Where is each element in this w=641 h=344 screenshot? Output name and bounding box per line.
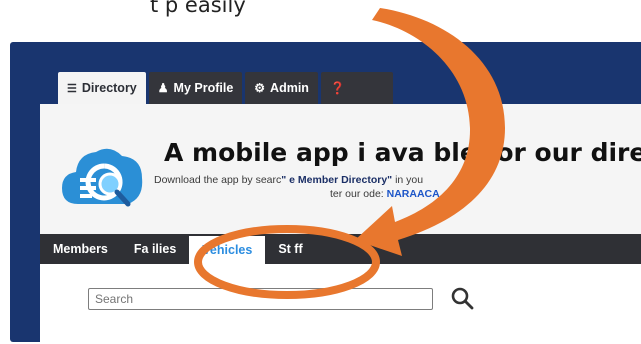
banner-instructions: Download the app by searc" e Member Dire… (154, 174, 423, 186)
search-input[interactable] (88, 288, 433, 310)
tab-directory-label: Directory (81, 81, 137, 95)
tab-members[interactable]: Members (40, 234, 121, 264)
help-icon: ❓ (329, 81, 345, 95)
tab-vehicles[interactable]: Vehicles (189, 236, 266, 264)
banner-line1-start: Download the app by searc (154, 174, 282, 186)
banner-app-name: " e Member Directory" (281, 174, 393, 186)
banner-title: A mobile app i ava ble for our dire (164, 138, 641, 167)
banner-line2-start: ter our (330, 188, 361, 200)
tab-staff[interactable]: St ff (265, 234, 315, 264)
banner-line2-mid: ode: (360, 188, 387, 200)
access-code: NARAACA (386, 188, 440, 200)
tab-my-profile[interactable]: ♟ My Profile (148, 72, 243, 104)
caption-text: t p easily (150, 0, 246, 17)
user-icon: ♟ (157, 81, 169, 95)
list-icon: ☰ (67, 82, 77, 95)
gear-icon: ⚙ (254, 81, 266, 95)
top-nav: ☰ Directory ♟ My Profile ⚙ Admin ❓ (58, 72, 393, 106)
tab-admin[interactable]: ⚙ Admin (245, 72, 318, 104)
tab-admin-label: Admin (270, 81, 309, 95)
tab-my-profile-label: My Profile (173, 81, 234, 95)
tab-help[interactable]: ❓ (320, 72, 393, 104)
tab-directory[interactable]: ☰ Directory (58, 72, 146, 104)
sub-tab-bar: Members Fa ilies Vehicles St ff (40, 234, 641, 264)
tab-families[interactable]: Fa ilies (121, 234, 189, 264)
search-icon[interactable] (450, 286, 476, 312)
cloud-app-icon (62, 148, 143, 207)
banner-line1-end: in you (392, 174, 424, 186)
banner-code-line: ter our ode: NARAACA (330, 188, 440, 200)
